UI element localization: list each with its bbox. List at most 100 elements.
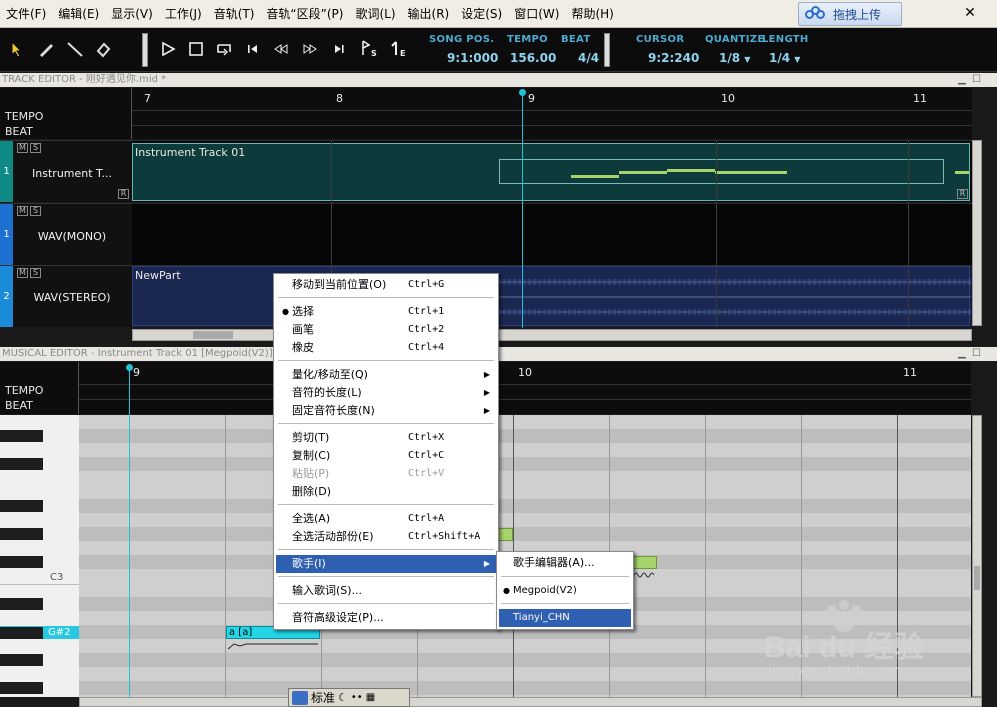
moon-icon[interactable]: ☾ bbox=[338, 691, 348, 704]
playhead-handle[interactable] bbox=[519, 89, 526, 96]
mute-button[interactable]: M bbox=[17, 268, 28, 278]
submenu-singer-editor[interactable]: 歌手编辑器(A)... bbox=[499, 554, 631, 572]
ctx-pencil[interactable]: 画笔 Ctrl+2 bbox=[276, 321, 496, 339]
menu-job[interactable]: 工作(J) bbox=[159, 0, 208, 28]
track-lane-1[interactable]: Instrument Track 01 R bbox=[132, 140, 972, 202]
ctx-cut[interactable]: 剪切(T) Ctrl+X bbox=[276, 429, 496, 447]
wav-part[interactable]: NewPart bbox=[132, 266, 971, 326]
black-key[interactable] bbox=[0, 500, 43, 512]
menu-settings[interactable]: 设定(S) bbox=[455, 0, 508, 28]
length-select[interactable]: 1/4 ▼ bbox=[769, 51, 800, 65]
line-tool-icon[interactable] bbox=[62, 34, 88, 64]
black-key[interactable] bbox=[0, 528, 43, 540]
ctx-paste[interactable]: 粘贴(P) Ctrl+V bbox=[276, 465, 496, 483]
black-key[interactable] bbox=[0, 598, 43, 610]
part-label: Instrument Track 01 bbox=[135, 146, 246, 159]
quantize-select[interactable]: 1/8 ▼ bbox=[719, 51, 750, 65]
ctx-note-properties[interactable]: 音符高级设定(P)... bbox=[276, 609, 496, 627]
submenu-tianyi[interactable]: Tianyi_CHN bbox=[499, 609, 631, 627]
tempo-value[interactable]: 156.00 bbox=[510, 51, 556, 65]
ctx-singer[interactable]: 歌手(I) ▶ bbox=[276, 555, 496, 573]
ctx-move-to-current[interactable]: 移动到当前位置(O) Ctrl+G bbox=[276, 276, 496, 294]
ctx-eraser[interactable]: 橡皮 Ctrl+4 bbox=[276, 339, 496, 357]
go-start-icon[interactable] bbox=[240, 34, 266, 64]
track-lane-3[interactable]: NewPart bbox=[132, 265, 972, 327]
ctx-select-all[interactable]: 全选(A) Ctrl+A bbox=[276, 510, 496, 528]
fast-forward-icon[interactable] bbox=[297, 34, 323, 64]
black-key[interactable] bbox=[0, 682, 43, 694]
maximize-icon[interactable]: ☐ bbox=[972, 347, 981, 361]
minimize-icon[interactable]: ▁ bbox=[958, 73, 966, 87]
marker-start-icon[interactable]: S bbox=[355, 34, 381, 64]
go-end-icon[interactable] bbox=[326, 34, 352, 64]
ctx-fixed-length[interactable]: 固定音符长度(N) ▶ bbox=[276, 402, 496, 420]
musical-hscrollbar[interactable] bbox=[79, 697, 982, 707]
black-key[interactable] bbox=[0, 556, 43, 568]
marker-end-icon[interactable]: E bbox=[384, 34, 410, 64]
maximize-icon[interactable]: ☐ bbox=[972, 73, 981, 87]
track-header-3[interactable]: 2 M S WAV(STEREO) bbox=[0, 265, 132, 327]
eraser-tool-icon[interactable] bbox=[90, 34, 116, 64]
solo-button[interactable]: S bbox=[30, 206, 41, 216]
track-hscrollbar[interactable] bbox=[132, 329, 972, 341]
keyboard-icon[interactable]: ▦ bbox=[366, 692, 375, 703]
playhead[interactable] bbox=[522, 90, 523, 328]
musical-ruler[interactable]: 9 10 11 bbox=[79, 362, 971, 414]
select-tool-icon[interactable] bbox=[4, 34, 30, 64]
mute-button[interactable]: M bbox=[17, 143, 28, 153]
black-key[interactable] bbox=[0, 654, 43, 666]
tempo-row-label: TEMPO bbox=[5, 110, 44, 123]
menu-lyrics[interactable]: 歌词(L) bbox=[349, 0, 401, 28]
minimize-icon[interactable]: ▁ bbox=[958, 347, 966, 361]
stop-icon[interactable] bbox=[183, 34, 209, 64]
track-lane-2[interactable] bbox=[132, 203, 972, 265]
menu-track[interactable]: 音轨(T) bbox=[208, 0, 261, 28]
ctx-quantize[interactable]: 量化/移动至(Q) ▶ bbox=[276, 366, 496, 384]
submenu-megpoid[interactable]: ● Megpoid(V2) bbox=[499, 582, 631, 600]
black-key[interactable] bbox=[0, 627, 43, 639]
instrument-part[interactable]: Instrument Track 01 R bbox=[132, 143, 970, 201]
solo-button[interactable]: S bbox=[30, 143, 41, 153]
track-header-2[interactable]: 1 M S WAV(MONO) bbox=[0, 203, 132, 265]
menu-part[interactable]: 音轨“区段”(P) bbox=[260, 0, 349, 28]
ctx-note-length[interactable]: 音符的长度(L) ▶ bbox=[276, 384, 496, 402]
beat-value[interactable]: 4/4 bbox=[578, 51, 599, 65]
menu-help[interactable]: 帮助(H) bbox=[565, 0, 619, 28]
ime-mode[interactable]: 标准 bbox=[311, 689, 335, 706]
ime-toolbar[interactable]: 标准 ☾ •• ▦ bbox=[288, 688, 410, 707]
playhead-handle[interactable] bbox=[126, 364, 133, 371]
loop-icon[interactable] bbox=[211, 34, 237, 64]
toolbar: S E SONG POS. 9:1:000 TEMPO 156.00 BEAT … bbox=[0, 28, 997, 72]
ctx-input-lyrics[interactable]: 输入歌词(S)... bbox=[276, 582, 496, 600]
ctx-select-all-active[interactable]: 全选活动部份(E) Ctrl+Shift+A bbox=[276, 528, 496, 546]
track-vscrollbar[interactable] bbox=[972, 140, 982, 326]
pencil-tool-icon[interactable] bbox=[33, 34, 59, 64]
note[interactable] bbox=[497, 528, 513, 541]
rewind-icon[interactable] bbox=[268, 34, 294, 64]
piano-keyboard[interactable]: C3 G#2 bbox=[0, 415, 79, 697]
rec-badge[interactable]: R bbox=[118, 189, 129, 199]
punctuation-icon[interactable]: •• bbox=[351, 692, 363, 703]
measure-label: 8 bbox=[336, 92, 343, 105]
mute-button[interactable]: M bbox=[17, 206, 28, 216]
track-header-1[interactable]: 1 M S Instrument T... R bbox=[0, 140, 132, 202]
black-key[interactable] bbox=[0, 430, 43, 442]
ctx-select[interactable]: ● 选择 Ctrl+1 bbox=[276, 303, 496, 321]
menu-edit[interactable]: 编辑(E) bbox=[52, 0, 105, 28]
menu-view[interactable]: 显示(V) bbox=[105, 0, 159, 28]
close-icon[interactable]: ✕ bbox=[960, 4, 980, 22]
ctx-delete[interactable]: 删除(D) bbox=[276, 483, 496, 501]
upload-button[interactable]: 拖拽上传 bbox=[798, 2, 902, 26]
solo-button[interactable]: S bbox=[30, 268, 41, 278]
menu-window[interactable]: 窗口(W) bbox=[508, 0, 565, 28]
menu-output[interactable]: 输出(R) bbox=[402, 0, 456, 28]
play-icon[interactable] bbox=[155, 34, 181, 64]
ctx-copy[interactable]: 复制(C) Ctrl+C bbox=[276, 447, 496, 465]
menu-file[interactable]: 文件(F) bbox=[0, 0, 52, 28]
track-ruler[interactable]: 7 8 9 10 11 bbox=[132, 88, 972, 139]
note[interactable] bbox=[633, 556, 657, 569]
black-key[interactable] bbox=[0, 458, 43, 470]
musical-vscrollbar[interactable] bbox=[972, 415, 982, 697]
playhead[interactable] bbox=[129, 366, 130, 697]
song-pos-value[interactable]: 9:1:000 bbox=[447, 51, 498, 65]
